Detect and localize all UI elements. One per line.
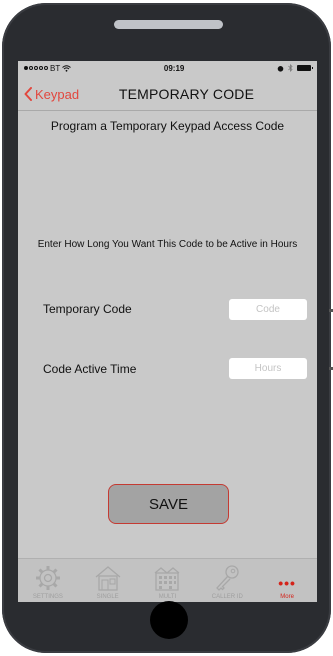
- code-active-time-input[interactable]: [229, 358, 307, 379]
- signal-strength-icon: [24, 66, 48, 70]
- more-dots-icon: •••: [278, 575, 296, 591]
- house-icon: [95, 566, 121, 591]
- tab-single-label: SINGLE: [96, 594, 119, 600]
- side-button-lower: [329, 367, 333, 370]
- status-bar: BT 09:19: [18, 61, 317, 75]
- carrier-name: BT: [50, 63, 61, 73]
- speaker-grille: [114, 20, 223, 29]
- tab-settings-label: SETTINGS: [32, 594, 63, 600]
- wifi-icon: [62, 64, 72, 72]
- tab-more[interactable]: ••• More: [259, 563, 315, 600]
- tab-multi[interactable]: MULTI: [139, 563, 195, 600]
- tab-single[interactable]: SINGLE: [80, 563, 136, 600]
- tab-settings[interactable]: SETTINGS: [20, 563, 76, 600]
- home-button[interactable]: [150, 601, 188, 639]
- tab-multi-label: MULTI: [158, 594, 177, 600]
- temporary-code-input[interactable]: [229, 299, 307, 320]
- page-subtitle: Program a Temporary Keypad Access Code: [50, 119, 285, 133]
- alarm-icon: [277, 65, 284, 72]
- battery-icon: [296, 65, 313, 71]
- tab-caller-id[interactable]: CALLER ID: [199, 563, 255, 600]
- instruction-text: Enter How Long You Want This Code to be …: [37, 239, 298, 250]
- temporary-code-label: Temporary Code: [43, 302, 132, 316]
- tab-more-label: More: [280, 594, 294, 600]
- save-button[interactable]: SAVE: [108, 484, 229, 524]
- page-title: TEMPORARY CODE: [118, 86, 255, 102]
- nav-divider: [18, 110, 317, 111]
- code-active-time-label: Code Active Time: [43, 362, 137, 376]
- status-left: BT: [24, 63, 72, 73]
- gear-icon: [35, 566, 60, 590]
- app-screen: BT 09:19 Keypad TEMPORARY CODE Program a…: [18, 61, 317, 602]
- phone-frame: BT 09:19 Keypad TEMPORARY CODE Program a…: [2, 3, 333, 653]
- tab-caller-id-label: CALLER ID: [211, 594, 243, 600]
- building-icon: [155, 567, 180, 591]
- status-right: [277, 64, 313, 72]
- tab-bar: SETTINGS SINGLE MULTI CALLER ID ••• More: [18, 558, 317, 602]
- navigation-bar: Keypad TEMPORARY CODE: [18, 79, 317, 109]
- bluetooth-icon: [288, 64, 293, 72]
- side-button-upper: [329, 309, 333, 312]
- key-icon: [216, 565, 239, 591]
- status-time: 09:19: [163, 63, 185, 73]
